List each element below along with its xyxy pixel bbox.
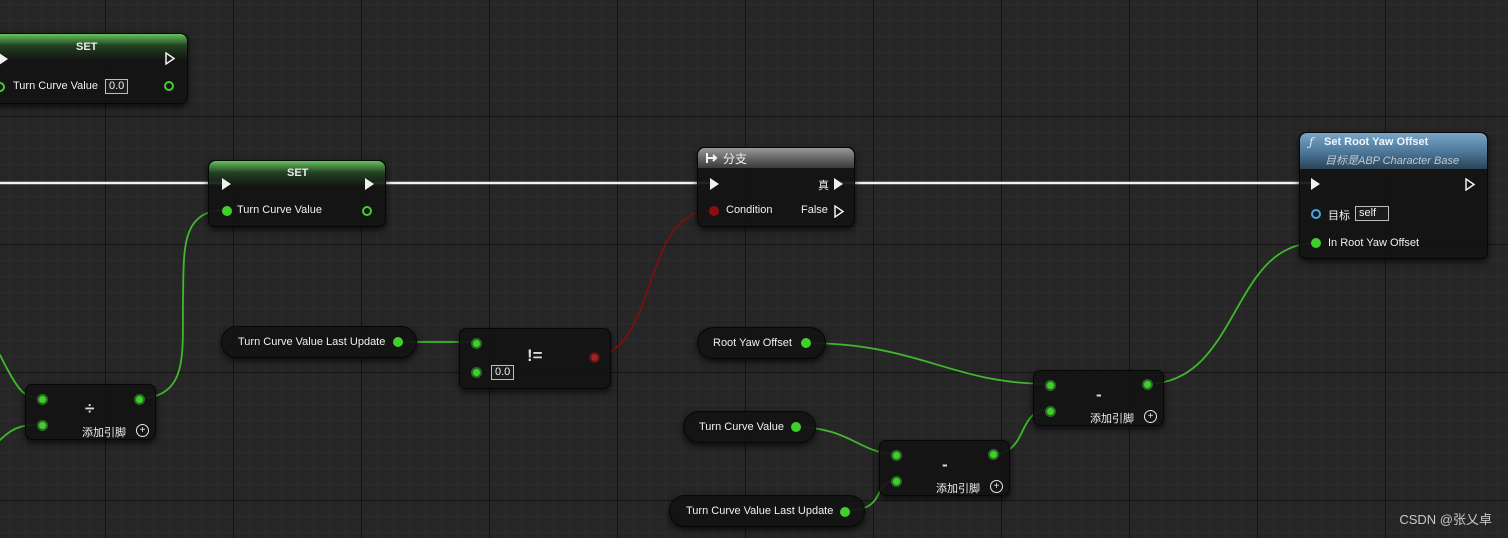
node-header: 分支: [698, 148, 854, 168]
input-label: In Root Yaw Offset: [1328, 237, 1420, 249]
exec-in-pin[interactable]: [710, 178, 719, 190]
bool-wire: [593, 209, 714, 358]
exec-out-pin[interactable]: [165, 52, 176, 65]
float-in-pin-a[interactable]: [891, 450, 902, 461]
set-root-yaw-offset-node[interactable]: ƒ Set Root Yaw Offset 目标是ABP Character B…: [1299, 132, 1488, 259]
add-pin-label[interactable]: 添加引脚: [1090, 410, 1134, 426]
getter-label: Turn Curve Value: [699, 421, 784, 433]
float-in-pin-b[interactable]: [891, 476, 902, 487]
plus-circle-icon[interactable]: +: [1144, 410, 1157, 423]
float-in-pin-a[interactable]: [471, 338, 482, 349]
bool-in-pin[interactable]: [709, 206, 719, 216]
float-in-pin-b[interactable]: [1045, 406, 1056, 417]
float-out-pin[interactable]: [393, 337, 403, 347]
true-label: 真: [818, 180, 829, 192]
subtract-node-2[interactable]: - 添加引脚 +: [879, 440, 1010, 496]
condition-label: Condition: [726, 204, 773, 216]
float-in-pin[interactable]: [0, 82, 5, 92]
var-label: Turn Curve Value: [237, 204, 322, 216]
exec-true-pin[interactable]: [834, 178, 843, 190]
getter-label: Turn Curve Value Last Update: [238, 336, 386, 348]
subtract-node-1[interactable]: - 添加引脚 +: [1033, 370, 1164, 426]
subtract-operator: -: [942, 455, 948, 474]
node-title: 分支: [723, 152, 748, 166]
exec-in-pin[interactable]: [1311, 178, 1320, 190]
watermark: CSDN @张乂卓: [1399, 512, 1492, 527]
float-wire: [804, 342, 1051, 385]
exec-in-pin[interactable]: [222, 178, 231, 190]
value-field[interactable]: 0.0: [491, 365, 515, 380]
node-subtitle: 目标是ABP Character Base: [1325, 155, 1460, 167]
float-out-pin[interactable]: [840, 507, 850, 517]
branch-node[interactable]: 分支 真 Condition False: [697, 147, 855, 227]
subtract-operator: -: [1096, 385, 1102, 404]
getter-turn-curve-value[interactable]: Turn Curve Value: [683, 411, 816, 443]
target-field[interactable]: self: [1355, 206, 1389, 221]
float-out-pin[interactable]: [801, 338, 811, 348]
float-in-pin-a[interactable]: [1045, 380, 1056, 391]
float-out-pin[interactable]: [134, 394, 145, 405]
exec-out-pin[interactable]: [1465, 178, 1476, 191]
exec-out-pin[interactable]: [365, 178, 374, 190]
node-title: SET: [287, 167, 309, 179]
getter-root-yaw-offset[interactable]: Root Yaw Offset: [697, 327, 826, 359]
node-title: Set Root Yaw Offset: [1324, 136, 1429, 148]
float-in-pin[interactable]: [222, 206, 232, 216]
getter-turn-curve-last-update[interactable]: Turn Curve Value Last Update: [221, 326, 417, 358]
function-icon: ƒ: [1309, 135, 1314, 149]
float-in-pin-a[interactable]: [37, 394, 48, 405]
set-node-top[interactable]: SET Turn Curve Value 0.0: [0, 33, 188, 104]
bool-out-pin[interactable]: [589, 352, 600, 363]
float-wire: [138, 209, 227, 399]
exec-in-pin[interactable]: [0, 53, 8, 65]
not-equal-node[interactable]: 0.0 !=: [459, 328, 611, 389]
plus-circle-icon[interactable]: +: [990, 480, 1003, 493]
float-out-pin[interactable]: [164, 81, 174, 91]
connection-wires: [0, 181, 1317, 512]
float-wire: [1145, 242, 1317, 385]
divide-node[interactable]: ÷ 添加引脚 +: [25, 384, 156, 440]
float-out-pin[interactable]: [1142, 379, 1153, 390]
false-label: False: [801, 204, 828, 216]
branch-icon: [706, 153, 718, 163]
plus-circle-icon[interactable]: +: [136, 424, 149, 437]
getter-label: Root Yaw Offset: [713, 337, 792, 349]
divide-operator: ÷: [85, 399, 95, 418]
add-pin-label[interactable]: 添加引脚: [82, 424, 126, 440]
not-equal-operator: !=: [527, 346, 543, 365]
float-out-pin[interactable]: [362, 206, 372, 216]
target-label: 目标: [1328, 210, 1350, 222]
node-title: SET: [76, 41, 98, 53]
getter-label: Turn Curve Value Last Update: [686, 505, 834, 517]
add-pin-label[interactable]: 添加引脚: [936, 480, 980, 496]
float-out-pin[interactable]: [791, 422, 801, 432]
node-header: ƒ Set Root Yaw Offset 目标是ABP Character B…: [1300, 133, 1487, 169]
object-in-pin[interactable]: [1311, 209, 1321, 219]
var-label: Turn Curve Value: [13, 80, 98, 92]
float-in-pin-b[interactable]: [37, 420, 48, 431]
float-out-pin[interactable]: [988, 449, 999, 460]
set-node-turn-curve[interactable]: SET Turn Curve Value: [208, 160, 386, 227]
value-field[interactable]: 0.0: [105, 79, 129, 94]
float-in-pin-b[interactable]: [471, 367, 482, 378]
getter-turn-curve-last-update-2[interactable]: Turn Curve Value Last Update: [669, 495, 865, 527]
exec-false-pin[interactable]: [834, 205, 845, 218]
float-in-pin[interactable]: [1311, 238, 1321, 248]
